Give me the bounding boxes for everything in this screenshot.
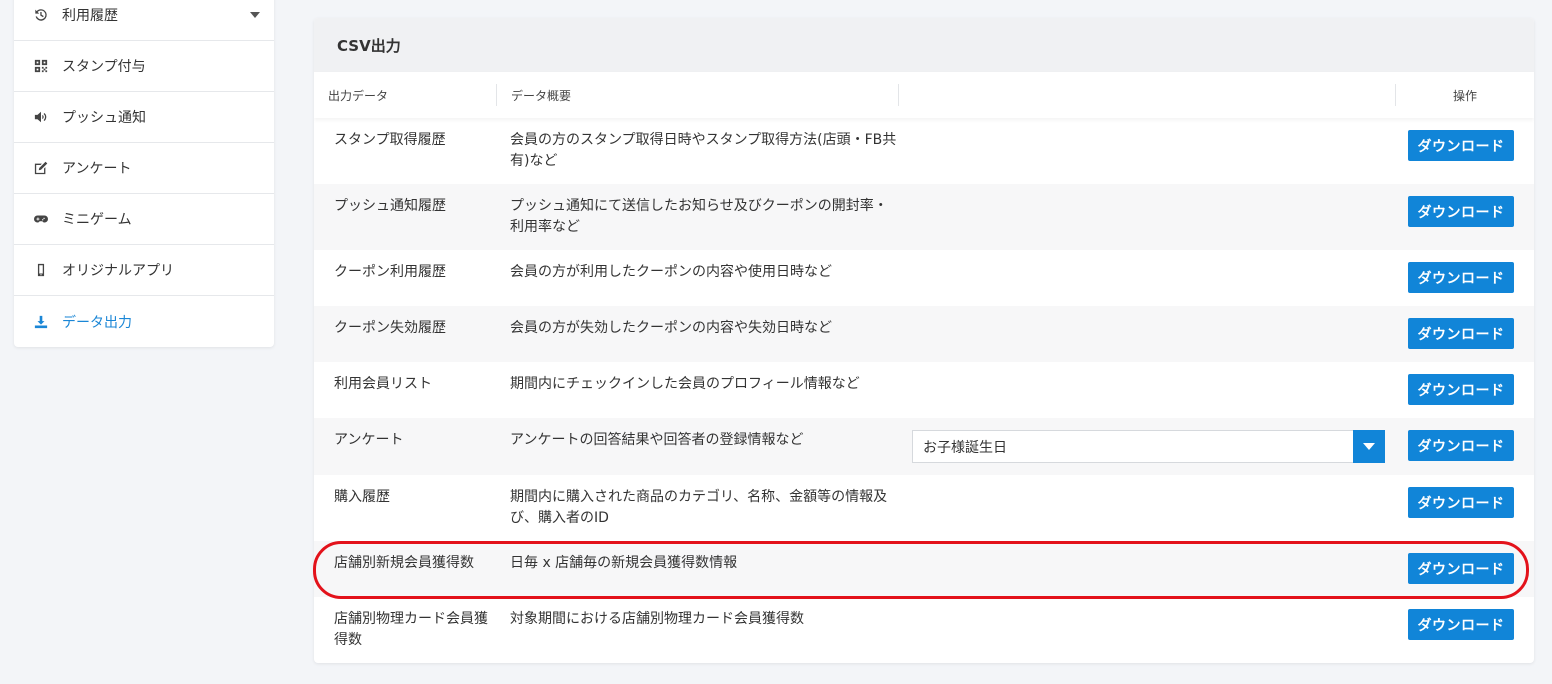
table-row: 利用会員リスト 期間内にチェックインした会員のプロフィール情報など ダウンロード: [314, 362, 1534, 418]
row-extra: [900, 184, 1396, 250]
caret-down-icon: [1363, 443, 1375, 450]
select-dropdown-button[interactable]: [1353, 430, 1385, 463]
row-action: ダウンロード: [1396, 541, 1534, 597]
row-description: アンケートの回答結果や回答者の登録情報など: [510, 432, 804, 448]
row-name: 利用会員リスト: [334, 376, 432, 392]
row-name: 店舗別物理カード会員獲得数: [334, 611, 488, 648]
survey-select[interactable]: お子様誕生日: [912, 430, 1385, 463]
table-row: スタンプ取得履歴 会員の方のスタンプ取得日時やスタンプ取得方法(店頭・FB共有)…: [314, 118, 1534, 184]
row-extra: [900, 597, 1396, 663]
row-name: プッシュ通知履歴: [334, 198, 446, 214]
row-name: 店舗別新規会員獲得数: [334, 555, 474, 571]
row-name: クーポン失効履歴: [334, 320, 446, 336]
column-header-description: データ概要: [497, 84, 899, 106]
sidebar-item-label: オリジナルアプリ: [62, 263, 174, 279]
edit-icon: [34, 161, 48, 175]
download-button[interactable]: ダウンロード: [1408, 196, 1514, 227]
table-row: プッシュ通知履歴 プッシュ通知にて送信したお知らせ及びクーポンの開封率・利用率な…: [314, 184, 1534, 250]
row-description: 会員の方が利用したクーポンの内容や使用日時など: [510, 264, 832, 280]
row-action: ダウンロード: [1396, 250, 1534, 306]
row-description: 会員の方が失効したクーポンの内容や失効日時など: [510, 320, 832, 336]
gamepad-icon: [34, 212, 48, 226]
table-row: 店舗別物理カード会員獲得数 対象期間における店舗別物理カード会員獲得数 ダウンロ…: [314, 597, 1534, 663]
download-button[interactable]: ダウンロード: [1408, 487, 1514, 518]
download-button[interactable]: ダウンロード: [1408, 262, 1514, 293]
row-extra: [900, 362, 1396, 418]
row-action: ダウンロード: [1396, 184, 1534, 250]
survey-select-value: お子様誕生日: [923, 439, 1007, 456]
csv-export-panel: CSV出力 出力データ データ概要 操作 スタンプ取得履歴 会員の方のスタンプ取…: [314, 18, 1534, 663]
table-row: アンケート アンケートの回答結果や回答者の登録情報など お子様誕生日 ダウンロー…: [314, 418, 1534, 475]
row-extra: お子様誕生日: [900, 418, 1396, 475]
sidebar-item-label: プッシュ通知: [62, 110, 146, 126]
row-name: スタンプ取得履歴: [334, 132, 446, 148]
row-action: ダウンロード: [1396, 118, 1534, 184]
chevron-down-icon: [250, 12, 260, 18]
download-button[interactable]: ダウンロード: [1408, 430, 1514, 461]
row-extra: [900, 118, 1396, 184]
table-row: クーポン利用履歴 会員の方が利用したクーポンの内容や使用日時など ダウンロード: [314, 250, 1534, 306]
sidebar-item-label: スタンプ付与: [62, 59, 146, 75]
table-row: 店舗別新規会員獲得数 日毎 x 店舗毎の新規会員獲得数情報 ダウンロード: [314, 541, 1534, 597]
row-action: ダウンロード: [1396, 362, 1534, 418]
sidebar-item-usage-history[interactable]: 利用履歴: [14, 0, 274, 41]
download-icon: [34, 315, 48, 329]
row-description: 期間内に購入された商品のカテゴリ、名称、金額等の情報及び、購入者のID: [510, 489, 888, 526]
row-action: ダウンロード: [1396, 418, 1534, 475]
sidebar-item-minigame[interactable]: ミニゲーム: [14, 194, 274, 245]
row-extra: [900, 306, 1396, 362]
row-name: 購入履歴: [334, 489, 390, 505]
volume-icon: [34, 110, 48, 124]
table-header: 出力データ データ概要 操作: [314, 72, 1534, 118]
sidebar: 利用履歴 スタンプ付与 プッシュ通知 アンケート ミニゲーム オリジナルアプリ …: [14, 0, 274, 347]
sidebar-item-push[interactable]: プッシュ通知: [14, 92, 274, 143]
sidebar-item-label: アンケート: [62, 161, 132, 177]
row-action: ダウンロード: [1396, 306, 1534, 362]
sidebar-item-stamp[interactable]: スタンプ付与: [14, 41, 274, 92]
column-header-action: 操作: [1452, 88, 1477, 103]
download-button[interactable]: ダウンロード: [1408, 553, 1514, 584]
row-action: ダウンロード: [1396, 475, 1534, 541]
sidebar-item-original-app[interactable]: オリジナルアプリ: [14, 245, 274, 296]
row-extra: [900, 541, 1396, 597]
row-description: 会員の方のスタンプ取得日時やスタンプ取得方法(店頭・FB共有)など: [510, 132, 897, 169]
row-name: クーポン利用履歴: [334, 264, 446, 280]
column-header-extra: [899, 84, 1396, 106]
row-description: 期間内にチェックインした会員のプロフィール情報など: [510, 376, 860, 392]
qrcode-icon: [34, 59, 48, 73]
sidebar-item-label: 利用履歴: [62, 8, 118, 24]
download-button[interactable]: ダウンロード: [1408, 374, 1514, 405]
column-header-name: 出力データ: [314, 84, 497, 106]
row-name: アンケート: [334, 432, 404, 448]
mobile-icon: [34, 263, 48, 277]
history-icon: [34, 8, 48, 22]
download-button[interactable]: ダウンロード: [1408, 609, 1514, 640]
table-row: 購入履歴 期間内に購入された商品のカテゴリ、名称、金額等の情報及び、購入者のID…: [314, 475, 1534, 541]
row-extra: [900, 475, 1396, 541]
download-button[interactable]: ダウンロード: [1408, 130, 1514, 161]
sidebar-item-data-export[interactable]: データ出力: [14, 296, 274, 347]
sidebar-item-survey[interactable]: アンケート: [14, 143, 274, 194]
row-description: 日毎 x 店舗毎の新規会員獲得数情報: [510, 555, 738, 571]
row-description: 対象期間における店舗別物理カード会員獲得数: [510, 611, 804, 627]
download-button[interactable]: ダウンロード: [1408, 318, 1514, 349]
sidebar-item-label: ミニゲーム: [62, 212, 132, 228]
panel-title: CSV出力: [314, 18, 1534, 72]
row-description: プッシュ通知にて送信したお知らせ及びクーポンの開封率・利用率など: [510, 198, 888, 235]
sidebar-item-label: データ出力: [62, 314, 132, 331]
table-row: クーポン失効履歴 会員の方が失効したクーポンの内容や失効日時など ダウンロード: [314, 306, 1534, 362]
row-extra: [900, 250, 1396, 306]
page: 利用履歴 スタンプ付与 プッシュ通知 アンケート ミニゲーム オリジナルアプリ …: [0, 0, 1552, 684]
row-action: ダウンロード: [1396, 597, 1534, 663]
